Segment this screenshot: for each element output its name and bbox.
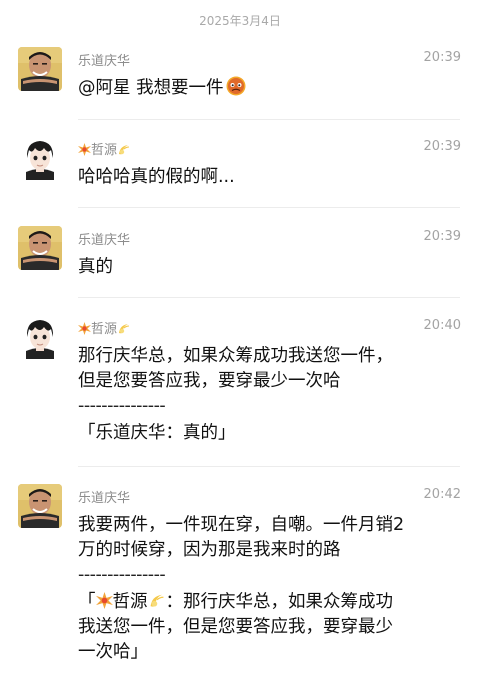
sender-name: 乐道庆华 — [78, 54, 131, 69]
quote-line: 我送您一件，但是您要答应我，要穿最少 — [78, 617, 393, 637]
message-text[interactable]: 那行庆华总，如果众筹成功我送您一件， 但是您要答应我，要穿最少一次哈 -----… — [78, 344, 464, 446]
comet-icon — [118, 323, 130, 334]
quote-line: 「哲源 ：那行庆华总，如果众筹成功 — [78, 590, 464, 615]
message-text[interactable]: 我要两件，一件现在穿，自嘲。一件月销2 万的时候穿，因为那是我来时的路 ----… — [78, 513, 464, 665]
message-time: 20:42 — [423, 487, 461, 502]
sender-name: 乐道庆华 — [78, 233, 131, 248]
sender-name: 乐道庆华 — [78, 491, 131, 506]
message-text[interactable]: 哈哈哈真的假的啊... — [78, 165, 464, 189]
quote-text: ：那行庆华总，如果众筹成功 — [165, 592, 394, 612]
sender-name-text: 哲源 — [91, 322, 118, 337]
message-divider — [78, 297, 460, 298]
sender-name: 哲源 — [78, 318, 131, 337]
comet-icon — [149, 594, 164, 608]
comet-icon — [118, 144, 130, 155]
message-divider — [78, 119, 460, 120]
avatar[interactable] — [18, 484, 62, 528]
quote-text: 「乐道庆华：真的」 — [78, 423, 236, 443]
burst-icon — [78, 143, 91, 156]
quote-separator: --------------- — [78, 565, 166, 585]
avatar[interactable] — [18, 315, 62, 359]
avatar[interactable] — [18, 226, 62, 270]
sender-name-text: 哲源 — [91, 143, 118, 158]
message-time: 20:40 — [423, 318, 461, 333]
avatar[interactable] — [18, 136, 62, 180]
message-line: 我要两件，一件现在穿，自嘲。一件月销2 — [78, 515, 405, 535]
burst-icon — [95, 592, 113, 609]
burst-icon — [78, 322, 91, 335]
message-time: 20:39 — [423, 139, 461, 154]
date-separator: 2025年3月4日 — [199, 14, 281, 28]
message-divider — [78, 207, 460, 208]
quote-line: 一次哈」 — [78, 642, 148, 662]
avatar[interactable] — [18, 47, 62, 91]
message-line: 那行庆华总，如果众筹成功我送您一件， — [78, 346, 393, 366]
message-text[interactable]: @阿星 我想要一件 — [78, 75, 464, 100]
message-line: @阿星 我想要一件 — [78, 78, 224, 98]
message-line: 真的 — [78, 257, 113, 277]
sender-name: 哲源 — [78, 139, 131, 158]
message-time: 20:39 — [423, 229, 461, 244]
message-divider — [78, 466, 460, 467]
message-line: 万的时候穿，因为那是我来时的路 — [78, 540, 341, 560]
quote-bracket: 「 — [78, 592, 96, 612]
quote-separator: --------------- — [78, 396, 166, 416]
quote-sender: 哲源 — [112, 592, 148, 612]
message-text[interactable]: 真的 — [78, 255, 464, 279]
message-line: 哈哈哈真的假的啊... — [78, 167, 235, 187]
message-line: 但是您要答应我，要穿最少一次哈 — [78, 371, 341, 391]
angry-face-icon — [225, 75, 246, 97]
message-time: 20:39 — [423, 50, 461, 65]
